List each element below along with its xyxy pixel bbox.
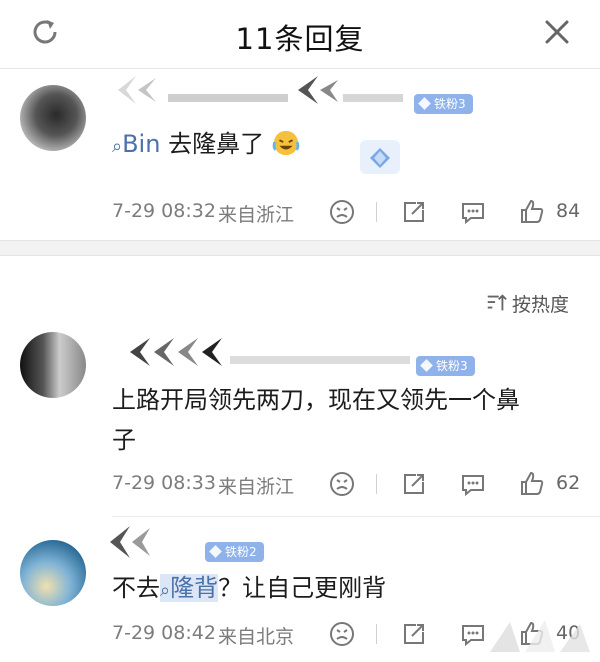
topic-link[interactable]: ⌕隆背 <box>160 574 219 602</box>
separator <box>376 474 377 494</box>
page-title: 11条回复 <box>235 22 365 56</box>
watermark-overlay <box>490 620 590 652</box>
comment-item: 铁粉3 ⌕Bin 去隆鼻了 7-29 08:32 来自浙江 84 <box>0 70 600 240</box>
search-icon: ⌕ <box>112 136 123 157</box>
avatar[interactable] <box>20 332 86 398</box>
search-icon: ⌕ <box>160 580 171 601</box>
timestamp: 7-29 08:42 <box>112 622 216 644</box>
diamond-sticker-icon <box>360 140 400 174</box>
separator <box>376 624 377 644</box>
divider <box>112 516 600 517</box>
dislike-icon[interactable] <box>328 620 356 648</box>
diamond-icon <box>420 359 433 372</box>
location: 来自浙江 <box>218 476 295 498</box>
fan-badge: 铁粉3 <box>416 356 475 376</box>
fan-badge: 铁粉3 <box>414 94 473 114</box>
timestamp: 7-29 08:32 <box>112 200 216 222</box>
location: 来自浙江 <box>218 204 295 226</box>
like-count: 84 <box>556 200 581 222</box>
like-count: 62 <box>556 472 581 494</box>
share-icon[interactable] <box>400 470 428 498</box>
share-icon[interactable] <box>400 198 428 226</box>
comment-item: 铁粉2 不去⌕隆背？让自己更刚背 7-29 08:42 来自北京 40 <box>0 520 600 662</box>
comment-item: 铁粉3 上路开局领先两刀，现在又领先一个鼻 子 7-29 08:33 来自浙江 … <box>0 330 600 516</box>
username-blurred[interactable] <box>120 334 420 370</box>
comment-meta: 7-29 08:33 来自浙江 62 <box>112 470 600 500</box>
fan-badge: 铁粉2 <box>205 542 264 562</box>
header: 11条回复 <box>0 0 600 69</box>
close-icon[interactable] <box>541 16 573 48</box>
comment-icon[interactable] <box>459 198 487 226</box>
timestamp: 7-29 08:33 <box>112 472 216 494</box>
avatar[interactable] <box>20 540 86 606</box>
topic-link[interactable]: ⌕Bin <box>112 130 160 158</box>
avatar[interactable] <box>20 85 86 151</box>
share-icon[interactable] <box>400 620 428 648</box>
comment-text: 上路开局领先两刀，现在又领先一个鼻 子 <box>112 386 520 454</box>
like-icon[interactable] <box>518 198 546 226</box>
username-blurred[interactable] <box>104 522 184 562</box>
dislike-icon[interactable] <box>328 470 356 498</box>
comment-text: ⌕Bin 去隆鼻了 <box>112 124 300 167</box>
dislike-icon[interactable] <box>328 198 356 226</box>
laughing-crying-emoji <box>272 130 300 156</box>
sort-icon <box>487 294 507 311</box>
like-icon[interactable] <box>518 470 546 498</box>
comment-text: 不去⌕隆背？让自己更刚背 <box>112 574 387 602</box>
diamond-icon <box>418 97 431 110</box>
diamond-icon <box>209 545 222 558</box>
separator <box>376 202 377 222</box>
section-divider <box>0 240 600 256</box>
location: 来自北京 <box>218 626 295 648</box>
username-blurred[interactable] <box>108 72 408 108</box>
comment-meta: 7-29 08:32 来自浙江 84 <box>112 198 600 228</box>
comment-icon[interactable] <box>459 470 487 498</box>
